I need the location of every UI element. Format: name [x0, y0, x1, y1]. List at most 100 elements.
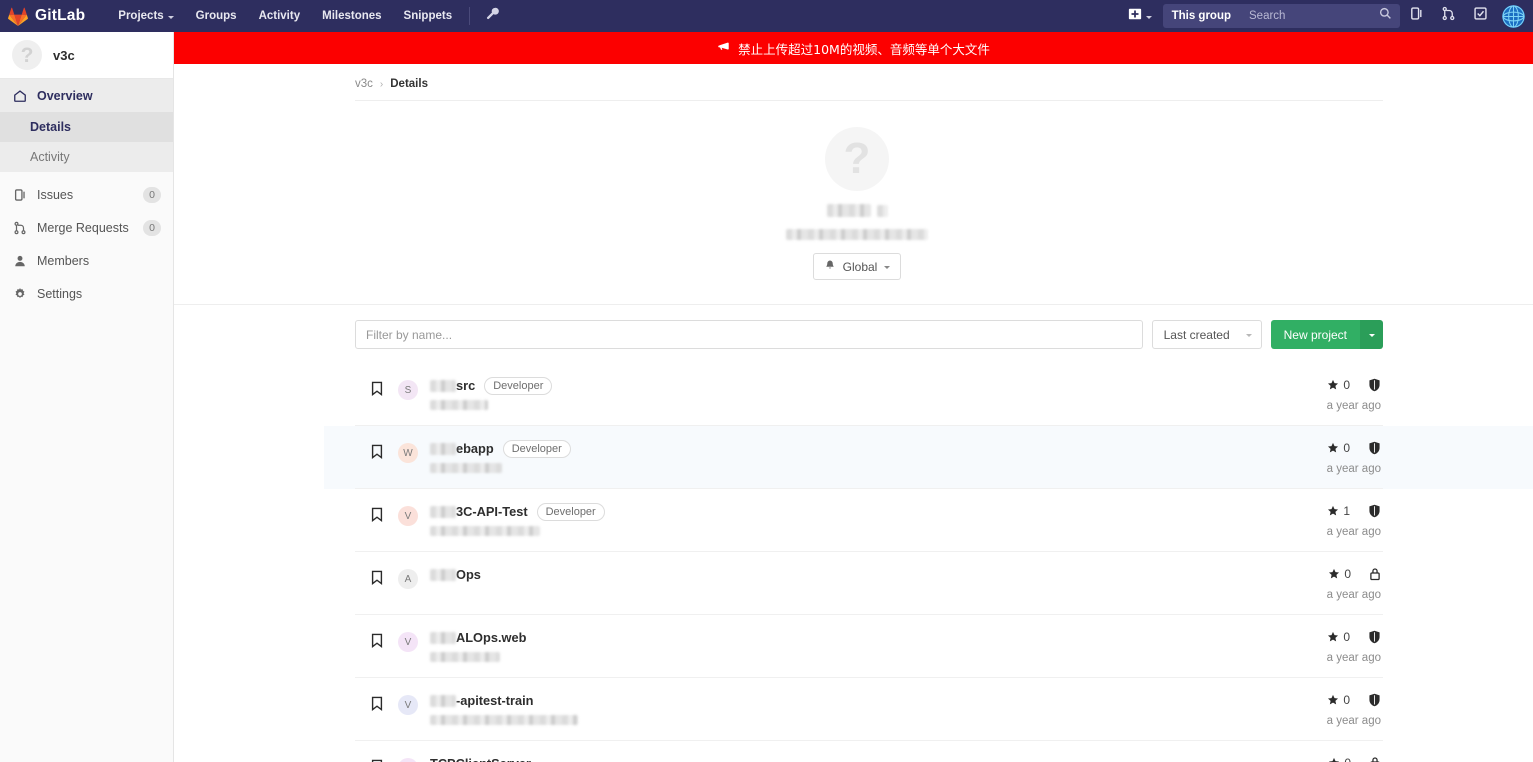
nav-item-groups[interactable]: Groups	[185, 0, 248, 32]
group-description-redacted	[786, 229, 928, 240]
navbar-right: This group	[1119, 0, 1533, 32]
nav-divider	[469, 7, 471, 25]
main-content: 禁止上传超过10M的视频、音频等单个大文件 v3c › Details ? Gl…	[174, 32, 1533, 762]
project-star-count[interactable]: 0	[1327, 441, 1350, 455]
sidebar-item-overview[interactable]: Overview	[0, 79, 173, 112]
navbar-issues-button[interactable]	[1400, 0, 1432, 32]
navbar-merge-requests-button[interactable]	[1432, 0, 1464, 32]
new-project-button[interactable]: New project	[1270, 320, 1360, 349]
sidebar-group-name: v3c	[53, 47, 75, 63]
project-name-link[interactable]: ebapp	[430, 441, 494, 456]
project-name-link[interactable]: Ops	[430, 567, 481, 582]
project-name-text: ALOps.web	[456, 630, 527, 645]
project-name-link[interactable]: ALOps.web	[430, 630, 526, 645]
project-bookmark-toggle[interactable]	[355, 629, 398, 648]
project-bookmark-toggle[interactable]	[355, 377, 398, 396]
project-meta: 0 a year ago	[1263, 377, 1383, 412]
shield-icon	[1368, 693, 1381, 707]
sidebar-item-settings[interactable]: Settings	[0, 277, 173, 310]
sidebar-item-members[interactable]: Members	[0, 244, 173, 277]
project-updated-time: a year ago	[1326, 715, 1381, 727]
gitlab-home-link[interactable]: GitLab	[0, 7, 85, 26]
shield-icon	[1368, 378, 1381, 392]
project-meta: 0 a year ago	[1263, 566, 1383, 601]
nav-item-snippets[interactable]: Snippets	[393, 0, 464, 32]
project-description-redacted	[430, 526, 540, 536]
lock-icon	[1369, 567, 1381, 581]
sidebar-item-merge-requests[interactable]: Merge Requests 0	[0, 211, 173, 244]
project-star-count[interactable]: 0	[1327, 630, 1350, 644]
broadcast-banner: 禁止上传超过10M的视频、音频等单个大文件	[174, 32, 1533, 64]
notification-level-label: Global	[842, 259, 878, 274]
search-icon[interactable]	[1379, 7, 1392, 25]
project-name-prefix-redacted	[430, 631, 456, 644]
project-star-count[interactable]: 1	[1327, 504, 1350, 518]
nav-label: Snippets	[403, 10, 453, 22]
sidebar-item-details[interactable]: Details	[0, 112, 173, 142]
project-bookmark-toggle[interactable]	[355, 755, 398, 762]
project-info: 3C-API-Test Developer	[430, 502, 1263, 536]
project-avatar: W	[398, 443, 418, 463]
project-list-item[interactable]: T TCPClientServer 0a day ago	[355, 741, 1383, 762]
todos-icon	[1473, 6, 1488, 26]
sidebar-item-activity[interactable]: Activity	[0, 142, 173, 172]
breadcrumb-separator: ›	[379, 78, 384, 90]
nav-item-milestones[interactable]: Milestones	[311, 0, 392, 32]
project-description	[430, 715, 1263, 725]
project-description	[430, 463, 1263, 473]
project-star-count[interactable]: 0	[1328, 567, 1351, 581]
sidebar-item-issues[interactable]: Issues 0	[0, 178, 173, 211]
breadcrumb-current[interactable]: Details	[390, 78, 428, 90]
project-meta: 0a day ago	[1263, 755, 1383, 762]
nav-label: Milestones	[322, 10, 382, 22]
sidebar-item-label: Issues	[37, 187, 74, 202]
access-role-badge: Developer	[536, 502, 605, 521]
users-icon	[12, 254, 27, 268]
project-name-prefix-redacted	[430, 694, 456, 707]
project-info: -apitest-train	[430, 692, 1263, 725]
project-name-link[interactable]: TCPClientServer	[430, 756, 531, 762]
merge-requests-icon	[12, 221, 27, 235]
breadcrumb-group[interactable]: v3c	[355, 78, 373, 90]
project-list-item[interactable]: V 3C-API-Test Developer 1 a year ago	[355, 489, 1383, 552]
star-count-value: 0	[1344, 756, 1351, 762]
nav-item-activity[interactable]: Activity	[248, 0, 312, 32]
project-updated-time: a year ago	[1326, 463, 1381, 475]
project-list-item[interactable]: Ssrc Developer 0 a year ago	[355, 363, 1383, 426]
search-scope-label[interactable]: This group	[1162, 4, 1240, 28]
notification-settings-button[interactable]: Global	[812, 253, 902, 280]
search-box[interactable]	[1240, 4, 1400, 28]
nav-item-projects[interactable]: Projects	[107, 0, 184, 32]
project-name-link[interactable]: -apitest-train	[430, 693, 534, 708]
navbar-todos-button[interactable]	[1464, 0, 1496, 32]
project-star-count[interactable]: 0	[1327, 693, 1350, 707]
filter-by-name-input[interactable]	[355, 320, 1143, 349]
project-bookmark-toggle[interactable]	[355, 440, 398, 459]
project-bookmark-toggle[interactable]	[355, 692, 398, 711]
sidebar-group-header[interactable]: ? v3c	[0, 32, 173, 79]
admin-area-link[interactable]	[476, 7, 509, 25]
avatar[interactable]	[1502, 4, 1525, 28]
project-star-count[interactable]: 0	[1328, 756, 1351, 762]
chevron-down-icon	[167, 15, 174, 19]
project-avatar: V	[398, 695, 418, 715]
project-list-item[interactable]: V ALOps.web 0 a year ago	[355, 615, 1383, 678]
project-name-link[interactable]: src	[430, 378, 475, 393]
shield-icon	[1368, 441, 1381, 455]
issues-icon	[12, 188, 27, 202]
project-bookmark-toggle[interactable]	[355, 503, 398, 522]
project-list-item[interactable]: A Ops 0 a year ago	[355, 552, 1383, 615]
new-project-dropdown-toggle[interactable]	[1360, 320, 1383, 349]
sort-dropdown[interactable]: Last created	[1151, 320, 1262, 349]
project-avatar: A	[398, 569, 418, 589]
project-list-item[interactable]: Webapp Developer 0 a year ago	[324, 426, 1533, 489]
create-new-button[interactable]	[1119, 0, 1161, 32]
search-input[interactable]	[1249, 10, 1379, 22]
project-star-count[interactable]: 0	[1327, 378, 1350, 392]
project-name-link[interactable]: 3C-API-Test	[430, 504, 528, 519]
project-list-item[interactable]: V -apitest-train 0 a year ago	[355, 678, 1383, 741]
shield-icon	[1368, 504, 1381, 518]
project-avatar: V	[398, 632, 418, 652]
project-bookmark-toggle[interactable]	[355, 566, 398, 585]
group-description	[181, 229, 1533, 240]
